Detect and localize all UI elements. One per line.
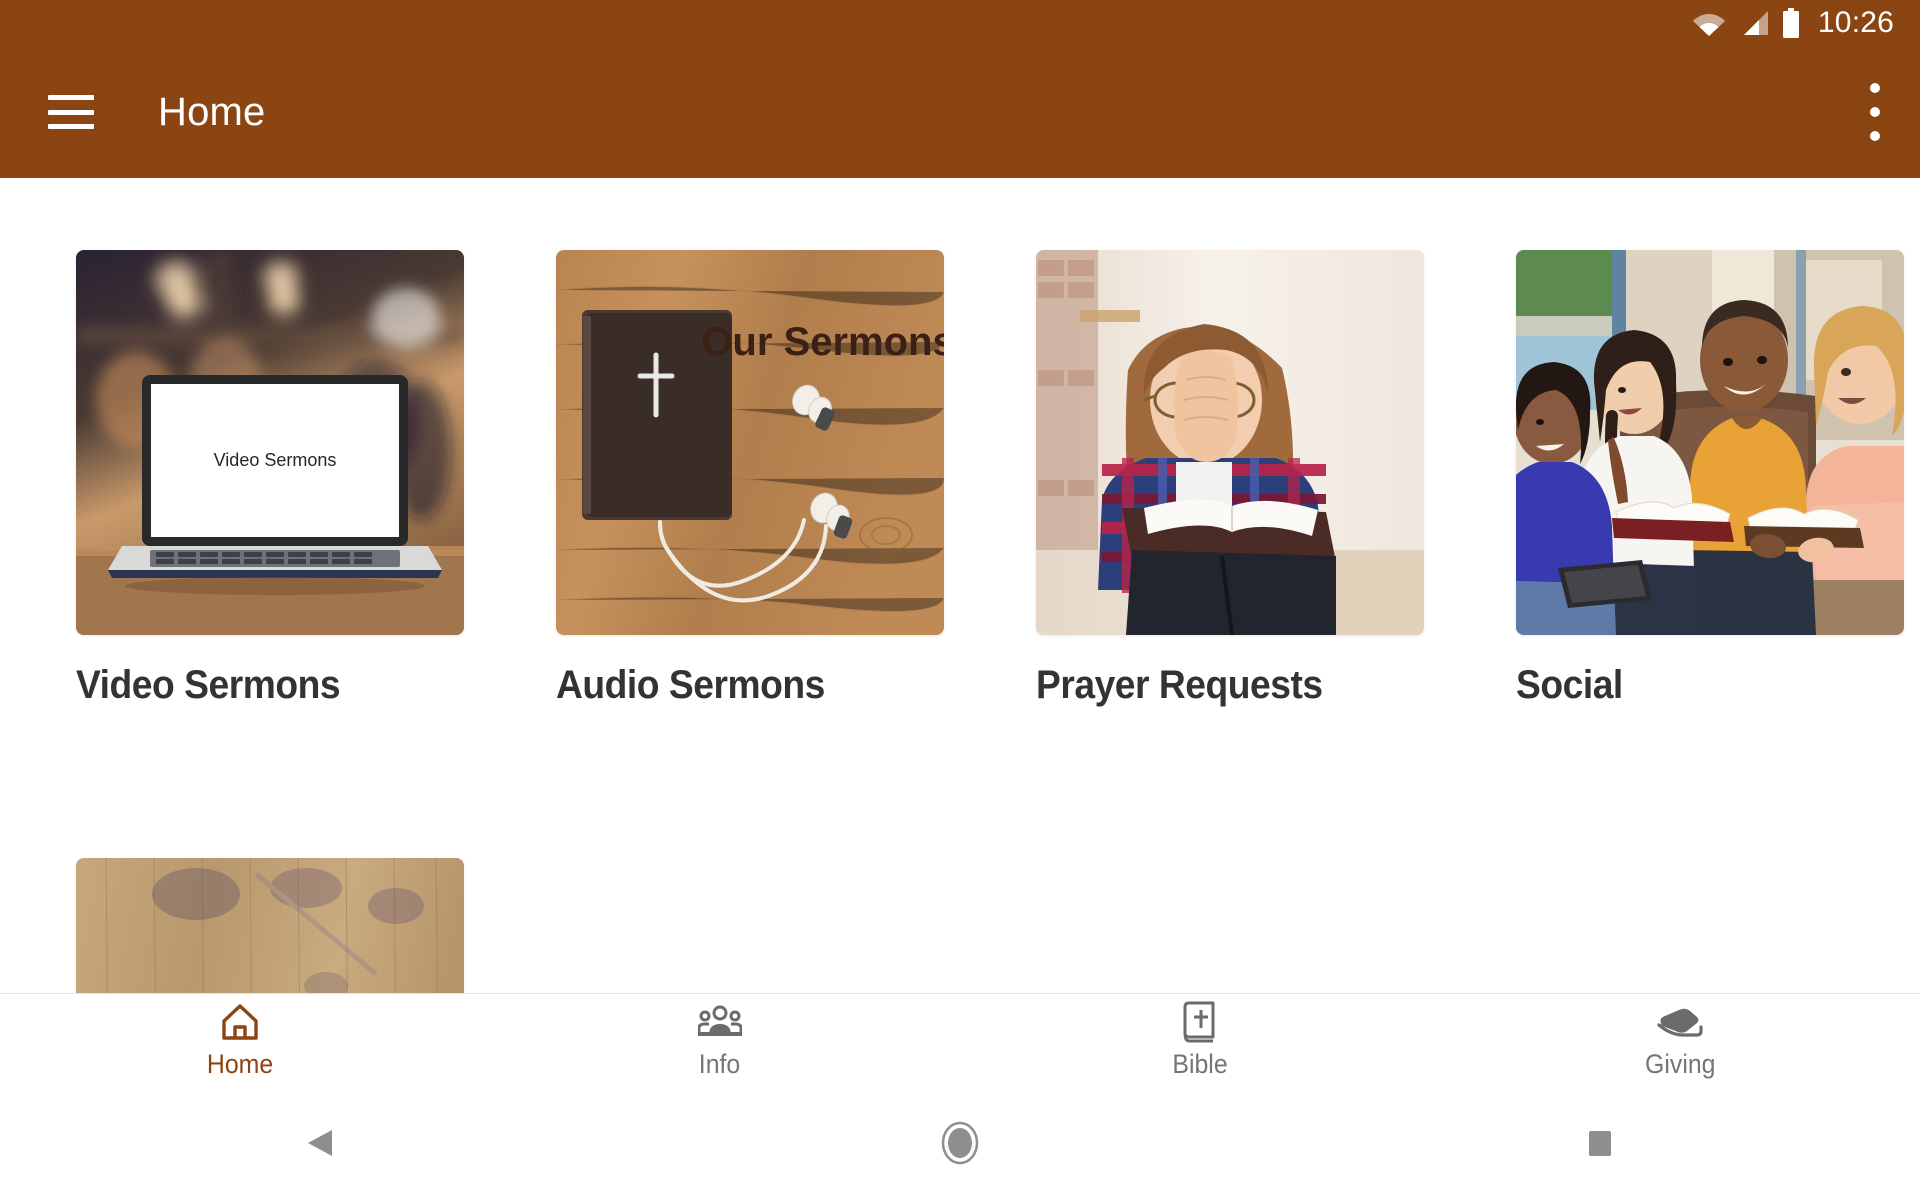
home-circle-icon[interactable] <box>900 1086 1020 1200</box>
nav-label-bible: Bible <box>1172 1048 1228 1079</box>
card-audio-sermons[interactable]: Our Sermons Audio Sermons <box>480 250 960 708</box>
bible-book-cross-icon <box>1183 1001 1217 1043</box>
home-content-scroll[interactable]: Video Sermons Video Sermons Our Sermons … <box>0 178 1920 993</box>
card-row-1: Video Sermons Video Sermons Our Sermons … <box>0 250 1920 708</box>
svg-text:Video Sermons: Video Sermons <box>214 450 337 470</box>
social-thumbnail <box>1516 250 1904 635</box>
wifi-icon <box>1692 10 1726 36</box>
card-social[interactable]: Social <box>1440 250 1920 708</box>
bottom-navigation-bar: Home Info Bible Giving <box>0 993 1920 1086</box>
prayer-requests-thumbnail <box>1036 250 1424 635</box>
card-row-2 <box>0 858 1920 993</box>
nav-item-giving[interactable]: Giving <box>1440 994 1920 1086</box>
back-triangle-icon[interactable] <box>260 1086 380 1200</box>
nav-label-info: Info <box>699 1048 741 1079</box>
app-bar: Home <box>0 46 1920 178</box>
nav-label-giving: Giving <box>1644 1048 1716 1079</box>
audio-sermons-thumbnail: Our Sermons <box>556 250 944 635</box>
home-icon <box>220 1001 260 1043</box>
nav-item-bible[interactable]: Bible <box>960 994 1440 1086</box>
card-partial-bottom[interactable] <box>0 858 480 993</box>
svg-text:Our Sermons: Our Sermons <box>701 320 944 364</box>
more-vert-icon[interactable] <box>1868 83 1882 141</box>
partial-wood-thumbnail <box>76 858 464 993</box>
card-video-sermons[interactable]: Video Sermons Video Sermons <box>0 250 480 708</box>
card-label: Video Sermons <box>76 663 341 707</box>
nav-item-info[interactable]: Info <box>480 994 960 1086</box>
card-prayer-requests[interactable]: Prayer Requests <box>960 250 1440 708</box>
nav-label-home: Home <box>206 1048 274 1079</box>
nav-item-home[interactable]: Home <box>0 994 480 1086</box>
card-label: Social <box>1516 663 1623 707</box>
cellular-signal-icon <box>1739 10 1769 36</box>
android-system-nav <box>0 1086 1920 1200</box>
card-label: Audio Sermons <box>556 663 825 707</box>
status-bar: 10:26 <box>0 0 1920 46</box>
card-label: Prayer Requests <box>1036 663 1323 707</box>
giving-hand-icon <box>1657 1001 1703 1043</box>
battery-icon <box>1782 8 1800 38</box>
hamburger-menu-icon[interactable] <box>48 95 94 129</box>
status-time: 10:26 <box>1817 6 1894 39</box>
recents-square-icon[interactable] <box>1540 1086 1660 1200</box>
video-sermons-thumbnail: Video Sermons <box>76 250 464 635</box>
people-group-icon <box>698 1001 742 1043</box>
page-title: Home <box>158 89 266 134</box>
